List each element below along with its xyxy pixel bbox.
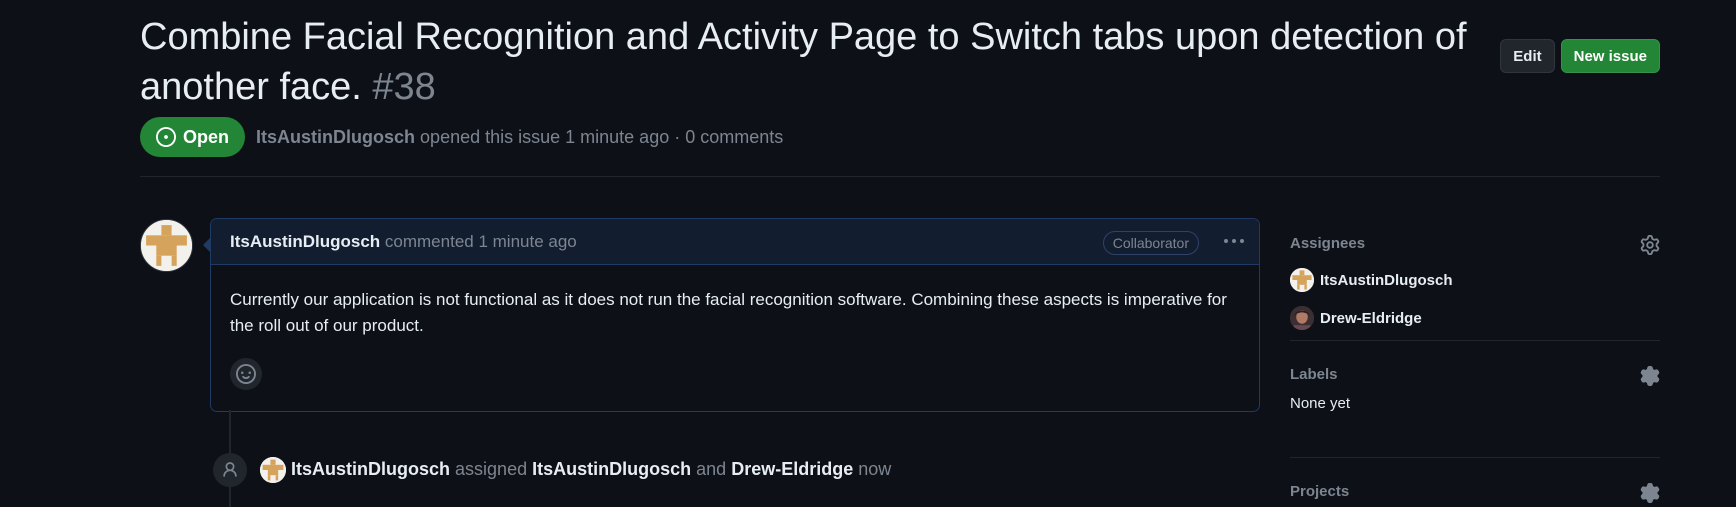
timeline-event: ItsAustinDlugosch assigned ItsAustinDlug… <box>291 459 891 480</box>
issue-meta: Open ItsAustinDlugosch opened this issue… <box>140 117 783 157</box>
issue-title-text: Combine Facial Recognition and Activity … <box>140 16 1467 108</box>
assignee-name[interactable]: Drew-Eldridge <box>1320 310 1422 327</box>
identicon-avatar-image <box>1290 268 1314 292</box>
meta-suffix: opened this issue 1 minute ago · 0 comme… <box>420 126 784 147</box>
timeline-assignee-link[interactable]: ItsAustinDlugosch <box>532 459 691 479</box>
issue-sidebar: Assignees ItsAustinDlugosch Drew-Eldridg… <box>1290 232 1660 504</box>
gear-icon[interactable] <box>1640 235 1660 255</box>
header-divider <box>140 176 1660 177</box>
labels-value: None yet <box>1290 395 1351 412</box>
smiley-icon <box>236 364 256 384</box>
timeline-assignee-link[interactable]: Drew-Eldridge <box>731 459 853 479</box>
comment-box: ItsAustinDlugosch commented 1 minute ago… <box>203 218 1260 412</box>
issue-opened-icon <box>156 127 176 147</box>
assignee-name[interactable]: ItsAustinDlugosch <box>1320 272 1453 289</box>
gear-icon[interactable] <box>1640 366 1660 386</box>
state-label: Open <box>183 126 230 147</box>
sidebar-heading[interactable]: Assignees <box>1290 232 1660 256</box>
avatar[interactable] <box>260 457 286 483</box>
kebab-dot <box>1224 239 1228 243</box>
avatar[interactable] <box>140 219 193 272</box>
comment-header: ItsAustinDlugosch commented 1 minute ago… <box>211 219 1259 265</box>
comment-meta: ItsAustinDlugosch commented 1 minute ago <box>230 232 577 252</box>
sidebar-labels: Labels None yet <box>1290 341 1660 443</box>
sidebar-heading[interactable]: Labels <box>1290 363 1660 387</box>
issue-author-link[interactable]: ItsAustinDlugosch <box>256 127 415 147</box>
timeline-time[interactable]: now <box>858 459 891 479</box>
avatar <box>1290 268 1314 292</box>
issue-page: Combine Facial Recognition and Activity … <box>140 0 1660 507</box>
issue-title: Combine Facial Recognition and Activity … <box>140 12 1500 112</box>
timeline-actor-link[interactable]: ItsAustinDlugosch <box>291 459 450 479</box>
sidebar-projects: Projects <box>1290 458 1660 504</box>
comment-action[interactable]: commented 1 minute ago <box>385 232 577 251</box>
edit-button[interactable]: Edit <box>1500 39 1555 73</box>
gear-icon[interactable] <box>1640 483 1660 503</box>
kebab-dot <box>1240 239 1244 243</box>
collaborator-badge: Collaborator <box>1102 231 1199 255</box>
person-icon <box>223 462 237 477</box>
timeline-badge <box>213 453 247 487</box>
avatar <box>1290 306 1314 330</box>
comment-body: Currently our application is not functio… <box>230 290 1227 335</box>
assignee-item[interactable]: Drew-Eldridge <box>1290 304 1660 332</box>
photo-avatar-image <box>1290 306 1314 330</box>
kebab-dot <box>1232 239 1236 243</box>
timeline-conjunction: and <box>696 459 727 479</box>
meta-text: ItsAustinDlugosch opened this issue 1 mi… <box>256 127 783 148</box>
sidebar-heading[interactable]: Projects <box>1290 480 1660 504</box>
assignee-item[interactable]: ItsAustinDlugosch <box>1290 266 1660 294</box>
identicon-avatar-image <box>141 220 192 271</box>
new-issue-button[interactable]: New issue <box>1560 39 1660 73</box>
identicon-avatar-image <box>260 457 286 483</box>
add-reaction-button[interactable] <box>230 358 262 390</box>
header-actions: Edit New issue <box>1500 39 1660 73</box>
timeline-verb: assigned <box>455 459 528 479</box>
kebab-horizontal-icon[interactable] <box>1221 231 1247 251</box>
issue-number: #38 <box>372 66 436 108</box>
state-badge: Open <box>140 117 246 157</box>
comment-author-link[interactable]: ItsAustinDlugosch <box>230 232 380 251</box>
sidebar-assignees: Assignees ItsAustinDlugosch Drew-Eldridg… <box>1290 232 1660 330</box>
